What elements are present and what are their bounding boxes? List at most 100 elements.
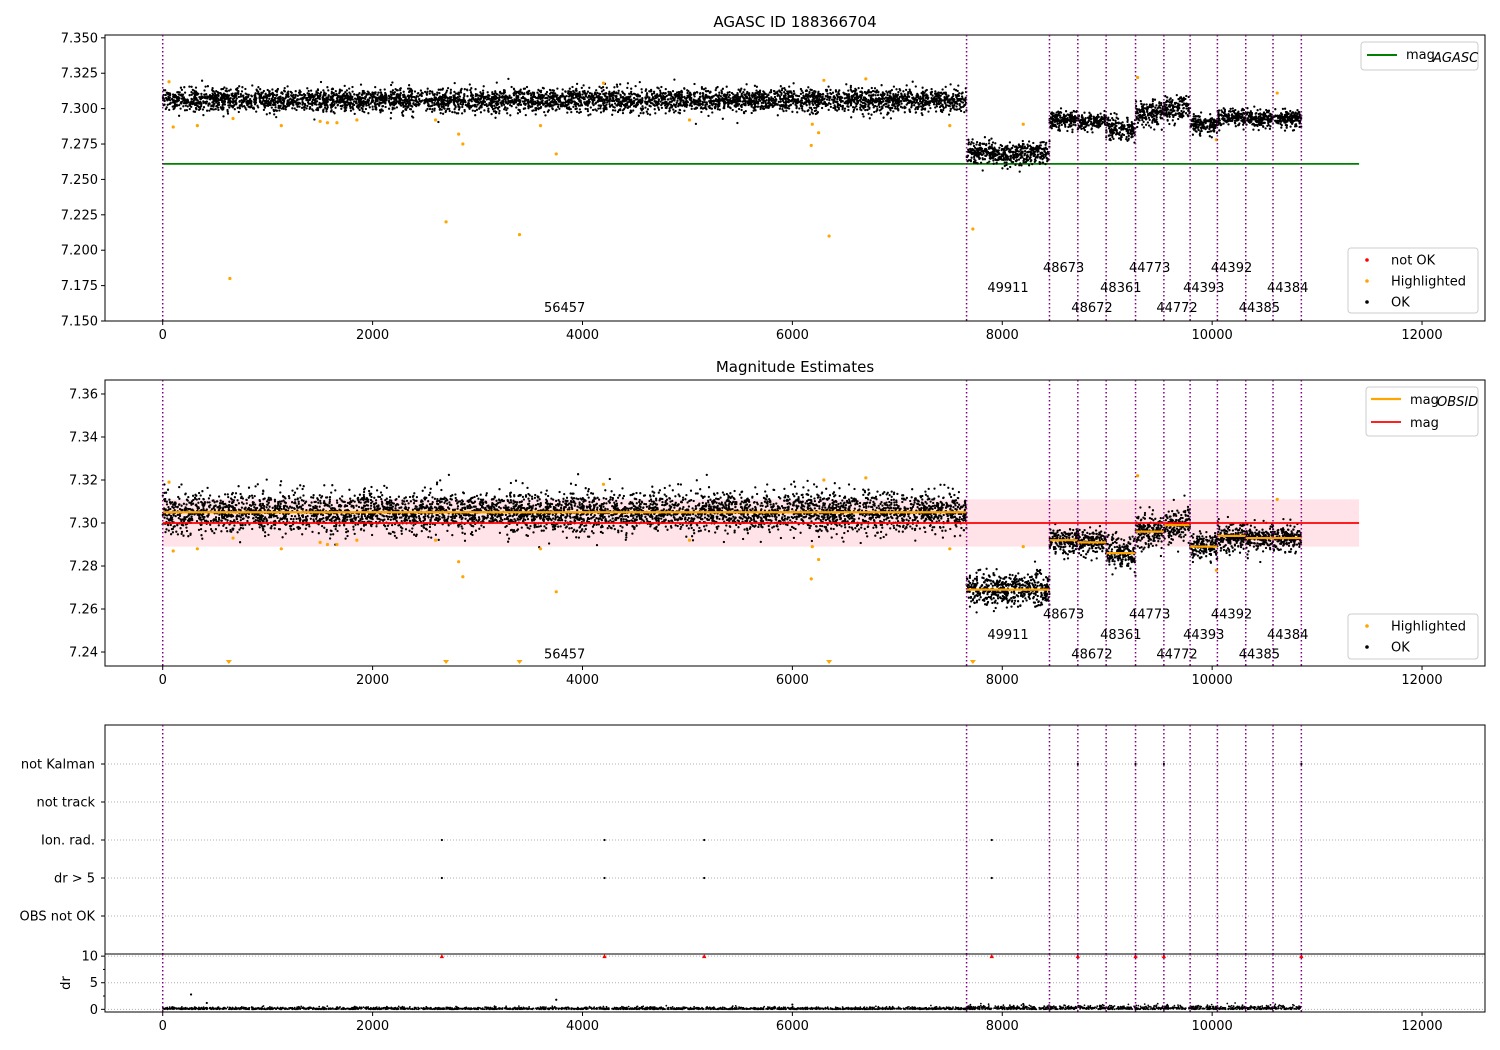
highlighted-point	[948, 124, 952, 128]
flag-label: dr > 5	[54, 872, 95, 887]
offscale-marker	[225, 660, 232, 664]
y-tick-label: 7.175	[61, 279, 98, 294]
flag-point	[1076, 762, 1079, 766]
x-tick-label: 0	[159, 328, 167, 343]
flag-point	[1134, 762, 1137, 766]
flag-label: not Kalman	[21, 758, 95, 773]
dr-point	[555, 998, 558, 1001]
obsid-label: 44392	[1211, 261, 1252, 276]
flag-point	[1300, 762, 1303, 766]
obsid-label: 44772	[1156, 647, 1197, 662]
y-tick-label: 7.225	[61, 208, 98, 223]
highlighted-point	[335, 121, 339, 125]
obsid-label: 49911	[987, 281, 1028, 296]
highlighted-point	[325, 542, 330, 547]
legend-marker	[1365, 258, 1369, 262]
y-tick-label: 7.34	[69, 430, 98, 445]
highlighted-point	[457, 560, 461, 564]
highlighted-point	[231, 116, 235, 121]
obsid-label: 44773	[1129, 608, 1170, 623]
obsid-label: 44773	[1129, 261, 1170, 276]
highlighted-point	[810, 545, 814, 549]
obsid-label: 56457	[544, 647, 585, 662]
offscale-marker	[826, 660, 833, 664]
obsid-label: 44392	[1211, 608, 1252, 623]
highlighted-point	[335, 542, 339, 547]
flag-label: Ion. rad.	[41, 834, 95, 849]
y-tick-label: 7.32	[69, 473, 98, 488]
y-tick-label: 7.275	[61, 138, 98, 153]
legend-marker	[1365, 300, 1369, 304]
highlighted-point	[601, 81, 606, 85]
panel-1-title: AGASC ID 188366704	[713, 13, 876, 31]
legend-label-mag-obsid-sub: OBSID	[1437, 395, 1478, 410]
y-tick-label: 7.26	[69, 603, 98, 618]
highlighted-point	[827, 234, 831, 238]
highlighted-point	[461, 142, 465, 146]
y-tick-label: 7.24	[69, 646, 98, 661]
x-tick-label: 4000	[566, 673, 599, 688]
offscale-marker	[516, 660, 523, 664]
x-tick-label: 8000	[986, 1019, 1019, 1034]
highlighted-point	[822, 478, 826, 482]
highlighted-point	[171, 125, 175, 129]
legend-marker	[1365, 624, 1369, 628]
highlighted-point	[809, 577, 813, 581]
y-tick-label: 7.300	[61, 102, 98, 117]
highlighted-point	[433, 538, 438, 542]
highlighted-point	[1275, 91, 1279, 95]
y-tick-label: 7.250	[61, 173, 98, 188]
obsid-label: 44384	[1267, 281, 1308, 296]
highlighted-point	[167, 480, 171, 484]
highlighted-point	[461, 575, 465, 579]
obsid-label: 56457	[544, 301, 585, 316]
highlighted-point	[971, 227, 975, 231]
highlighted-point	[864, 77, 868, 81]
highlighted-point	[538, 547, 543, 551]
dr-point	[1022, 1002, 1025, 1006]
flag-point	[703, 838, 706, 842]
obsid-label: 48672	[1071, 301, 1112, 316]
obsid-label: 48673	[1043, 261, 1084, 276]
highlighted-point	[433, 118, 438, 122]
highlighted-point	[228, 276, 232, 281]
highlighted-point	[231, 536, 235, 540]
dr-points-cloud	[162, 1002, 1302, 1011]
offscale-marker	[443, 660, 450, 664]
x-tick-label: 4000	[566, 328, 599, 343]
highlighted-point	[318, 119, 322, 123]
x-tick-label: 0	[159, 1019, 167, 1034]
x-tick-label: 4000	[566, 1019, 599, 1034]
highlighted-point	[444, 220, 448, 224]
highlighted-point	[948, 547, 952, 551]
obsid-label: 49911	[987, 628, 1028, 643]
x-tick-label: 6000	[776, 1019, 809, 1034]
legend-marker	[1365, 645, 1369, 649]
y-tick-label: 5	[90, 976, 98, 991]
dr-clipped-marker	[439, 954, 445, 959]
highlighted-point	[538, 124, 543, 128]
x-tick-label: 12000	[1401, 328, 1442, 343]
x-tick-label: 2000	[356, 673, 389, 688]
highlighted-point	[195, 547, 199, 551]
highlighted-point	[554, 152, 558, 156]
dr-point	[791, 1003, 794, 1006]
flag-point	[440, 876, 443, 880]
dr-point	[189, 993, 193, 996]
panel-1-frame	[104, 34, 1486, 322]
highlighted-point	[517, 233, 522, 237]
highlighted-point	[325, 121, 330, 125]
highlighted-point	[687, 118, 692, 122]
highlighted-point	[1021, 545, 1025, 549]
legend-label: Highlighted	[1391, 275, 1466, 290]
plots-layer: AGASC ID 188366704 56457 49911 48673 48672 48…	[20, 13, 1486, 1034]
highlighted-point	[171, 549, 175, 553]
ok-points-cloud	[161, 77, 1303, 173]
legend-marker	[1365, 279, 1369, 283]
obsid-label: 44384	[1267, 628, 1308, 643]
obsid-label: 44385	[1239, 301, 1280, 316]
highlighted-point	[1136, 474, 1140, 478]
x-tick-label: 0	[159, 673, 167, 688]
flag-point	[703, 876, 706, 880]
flag-label: OBS not OK	[20, 910, 96, 925]
